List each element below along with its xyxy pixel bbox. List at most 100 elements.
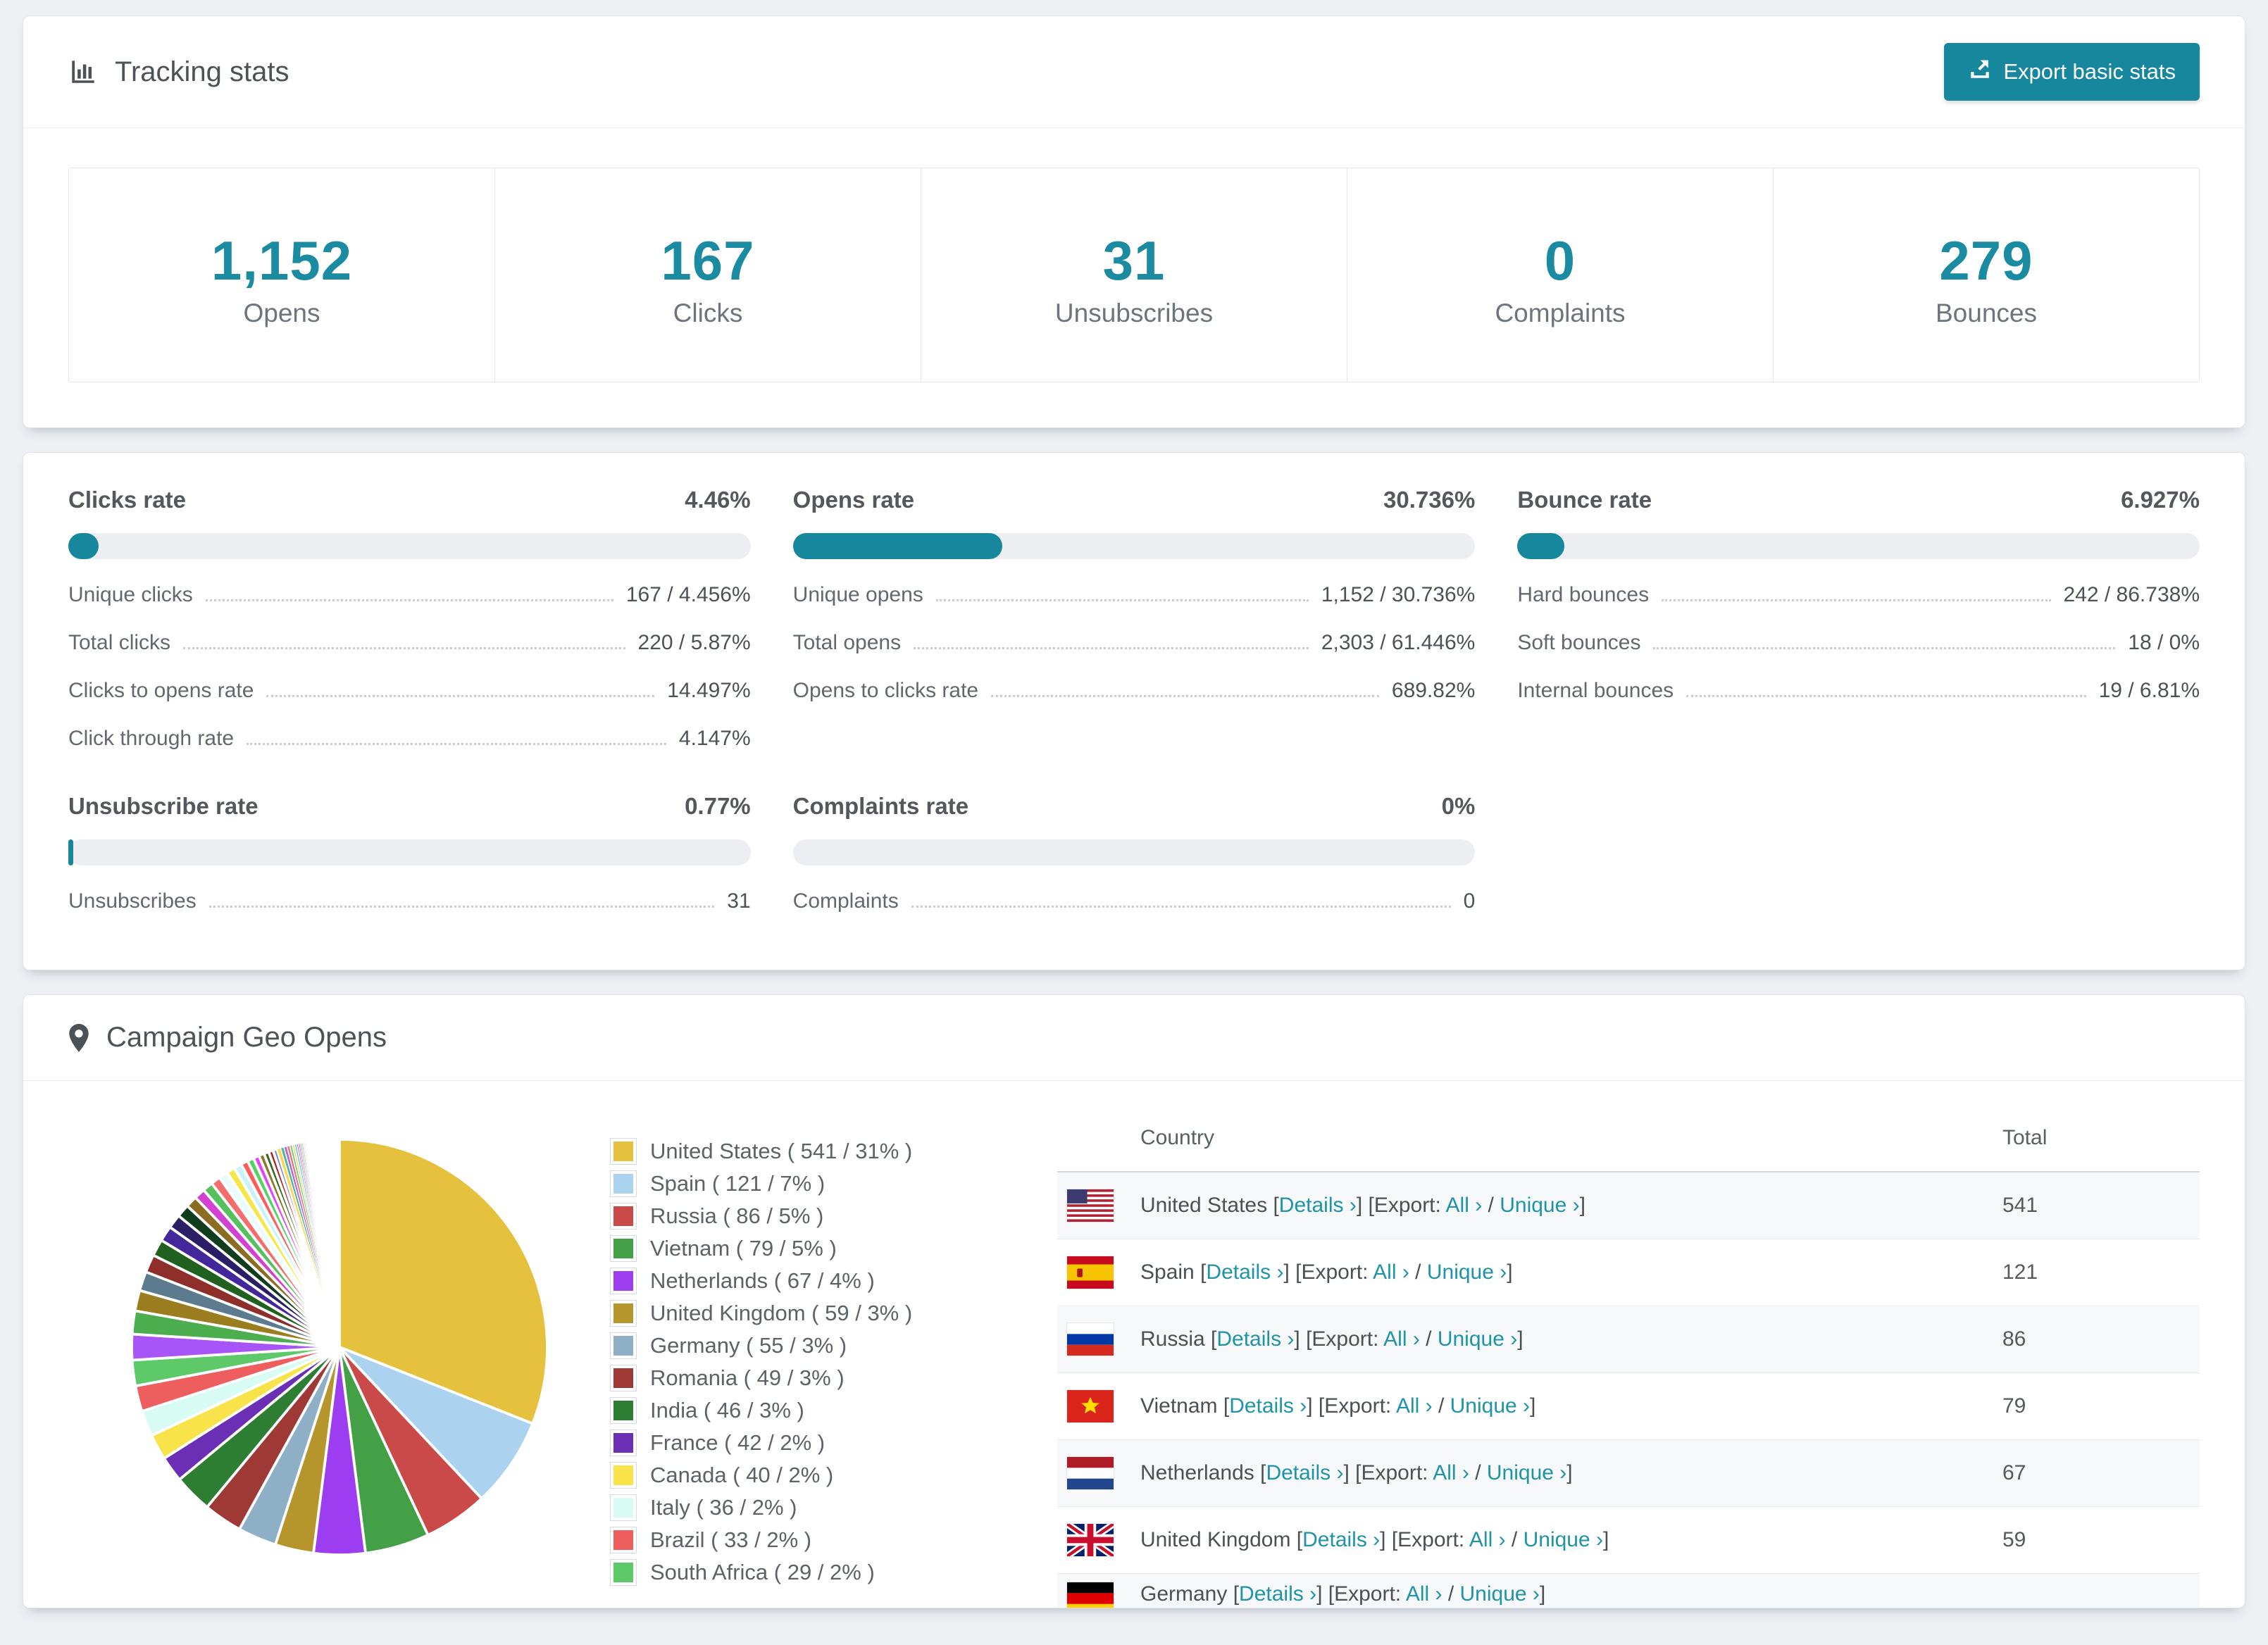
metric-label: Total clicks [68, 631, 171, 654]
legend-swatch [610, 1170, 637, 1197]
export-all-link[interactable]: All › [1469, 1528, 1506, 1551]
country-cell: Russia [Details ›] [Export: All › / Uniq… [1140, 1327, 1524, 1351]
export-all-link[interactable]: All › [1396, 1394, 1433, 1418]
metric-value: 220 / 5.87% [637, 631, 751, 654]
details-link[interactable]: Details › [1206, 1261, 1283, 1284]
details-link[interactable]: Details › [1279, 1194, 1357, 1217]
legend-item: Canada ( 40 / 2% ) [610, 1462, 1040, 1489]
country-name: United States [1140, 1194, 1268, 1217]
export-all-link[interactable]: All › [1446, 1194, 1483, 1217]
dotted-leader [1653, 647, 2116, 649]
metric-row: Opens to clicks rate 689.82% [793, 679, 1476, 703]
legend-item: Germany ( 55 / 3% ) [610, 1332, 1040, 1359]
dotted-leader [991, 695, 1379, 697]
export-unique-link[interactable]: Unique › [1524, 1528, 1603, 1551]
legend-label: Romania ( 49 / 3% ) [650, 1365, 845, 1390]
stat-box-opens: 1,152 Opens [69, 168, 494, 382]
legend-swatch [610, 1365, 637, 1391]
progress-track [792, 533, 1476, 559]
nl-flag-icon [1066, 1456, 1114, 1490]
geo-title: Campaign Geo Opens [106, 1022, 387, 1053]
es-flag-icon [1066, 1256, 1114, 1289]
metric-label: Click through rate [68, 727, 235, 750]
dotted-leader [205, 599, 613, 601]
details-link[interactable]: Details › [1216, 1327, 1294, 1351]
geo-title-wrap: Campaign Geo Opens [68, 1022, 387, 1053]
export-unique-link[interactable]: Unique › [1500, 1194, 1579, 1217]
metric-value: 242 / 86.738% [2063, 583, 2200, 606]
metric-label: Unique opens [792, 583, 923, 606]
stat-label: Bounces [1936, 299, 2037, 327]
table-header-row: Country Total [1057, 1101, 2200, 1172]
metric-value: 689.82% [1391, 679, 1476, 702]
metric-label: Unsubscribes [68, 889, 197, 913]
vn-flag-icon [1066, 1389, 1114, 1423]
export-all-link[interactable]: All › [1433, 1461, 1469, 1484]
rate-title: Clicks rate [68, 487, 186, 513]
metric-row: Unsubscribes 31 [68, 889, 751, 913]
rate-value: 0% [1441, 793, 1476, 819]
export-unique-link[interactable]: Unique › [1438, 1327, 1517, 1351]
stat-label: Complaints [1495, 299, 1626, 327]
geo-country-table: Country Total United States [Details ›] [E… [1057, 1101, 2200, 1608]
export-all-link[interactable]: All › [1383, 1327, 1420, 1351]
table-row: United Kingdom [Details ›] [Export: All … [1057, 1507, 2200, 1574]
total-value: 541 [2002, 1194, 2038, 1217]
metric-value: 18 / 0% [2128, 631, 2200, 654]
metric-label: Complaints [792, 889, 899, 913]
tracking-stats-card: Tracking stats Export basic stats 1,152 O… [23, 15, 2245, 428]
legend-swatch [610, 1300, 637, 1327]
page-title: Tracking stats [115, 56, 289, 87]
country-cell: Vietnam [Details ›] [Export: All › / Uni… [1140, 1394, 1536, 1418]
rate-title: Unsubscribe rate [68, 793, 258, 819]
rate-block-unsubscribe-rate: Unsubscribe rate 0.77% Unsubscribes 31 [68, 793, 751, 913]
legend-item: Vietnam ( 79 / 5% ) [610, 1235, 1040, 1262]
legend-label: Italy ( 36 / 2% ) [650, 1495, 797, 1520]
bar-chart-icon [68, 57, 98, 87]
legend-label: Canada ( 40 / 2% ) [650, 1463, 834, 1487]
metric-row: Unique opens 1,152 / 30.736% [793, 583, 1476, 607]
legend-label: France ( 42 / 2% ) [650, 1430, 825, 1455]
export-unique-link[interactable]: Unique › [1450, 1394, 1530, 1418]
rate-title: Opens rate [792, 487, 915, 513]
rate-head: Complaints rate 0% [793, 793, 1476, 820]
export-unique-link[interactable]: Unique › [1460, 1582, 1540, 1606]
rate-block-opens-rate: Opens rate 30.736% Unique opens 1,152 / 30.… [792, 487, 1476, 751]
map-pin-icon [68, 1023, 89, 1053]
legend-item: India ( 46 / 3% ) [610, 1397, 1040, 1424]
dotted-leader [1686, 695, 2086, 697]
col-header-total: Total [2002, 1126, 2048, 1149]
rates-card: Clicks rate 4.46% Unique clicks 167 / 4.456… [23, 452, 2245, 970]
total-value: 86 [2002, 1327, 2026, 1351]
details-link[interactable]: Details › [1302, 1528, 1380, 1551]
total-value: 121 [2002, 1261, 2038, 1284]
stat-value: 167 [661, 230, 755, 292]
export-unique-link[interactable]: Unique › [1487, 1461, 1566, 1484]
legend-label: India ( 46 / 3% ) [650, 1398, 804, 1422]
total-value: 67 [2002, 1461, 2026, 1484]
campaign-geo-opens-card: Campaign Geo Opens United States ( 541 /… [23, 994, 2245, 1608]
table-row: Germany [Details ›] [Export: All › / Uni… [1057, 1574, 2200, 1608]
details-link[interactable]: Details › [1239, 1582, 1316, 1606]
export-all-link[interactable]: All › [1406, 1582, 1443, 1606]
rate-block-clicks-rate: Clicks rate 4.46% Unique clicks 167 / 4.456… [68, 487, 751, 751]
legend-item: France ( 42 / 2% ) [610, 1430, 1040, 1456]
export-unique-link[interactable]: Unique › [1427, 1261, 1507, 1284]
legend-swatch [610, 1527, 637, 1553]
geo-opens-pie-chart[interactable] [121, 1129, 558, 1565]
export-all-link[interactable]: All › [1373, 1261, 1409, 1284]
dotted-leader [911, 906, 1451, 908]
metric-label: Unique clicks [68, 583, 193, 606]
export-basic-stats-button[interactable]: Export basic stats [1944, 43, 2200, 101]
legend-label: South Africa ( 29 / 2% ) [650, 1560, 875, 1584]
legend-swatch [610, 1397, 637, 1424]
country-cell: United Kingdom [Details ›] [Export: All … [1140, 1528, 1609, 1551]
metric-value: 19 / 6.81% [2098, 679, 2200, 702]
legend-swatch [610, 1559, 637, 1586]
legend-item: Spain ( 121 / 7% ) [610, 1170, 1040, 1197]
legend-item: United States ( 541 / 31% ) [610, 1138, 1040, 1165]
details-link[interactable]: Details › [1266, 1461, 1343, 1484]
legend-swatch [610, 1430, 637, 1456]
details-link[interactable]: Details › [1229, 1394, 1307, 1418]
legend-item: Italy ( 36 / 2% ) [610, 1494, 1040, 1521]
